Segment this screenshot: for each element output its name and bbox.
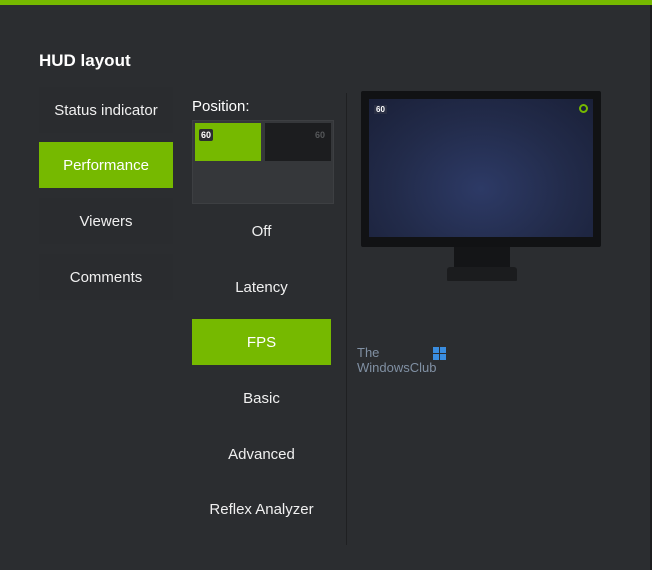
monitor-stand-neck (454, 247, 510, 267)
preview-fps-counter: 60 (374, 105, 387, 114)
category-comments[interactable]: Comments (39, 254, 173, 300)
option-reflex-analyzer[interactable]: Reflex Analyzer (192, 486, 331, 532)
category-label: Viewers (79, 212, 133, 230)
windows-logo-icon (433, 347, 447, 361)
watermark-line2: WindowsClub (357, 360, 437, 375)
watermark: The WindowsClub (357, 345, 453, 379)
category-viewers[interactable]: Viewers (39, 198, 173, 244)
option-label: FPS (246, 333, 277, 351)
position-fps-badge: 60 (199, 129, 214, 141)
category-label: Comments (69, 268, 143, 286)
hud-layout-panel: HUD layout Status indicator Performance … (0, 5, 652, 570)
monitor-stand-base (447, 267, 517, 281)
option-advanced[interactable]: Advanced (192, 431, 331, 477)
category-status-indicator[interactable]: Status indicator (39, 87, 173, 133)
vertical-divider (346, 93, 347, 545)
position-top-left[interactable]: 60 (195, 123, 261, 161)
preview-screen: 60 (369, 99, 593, 237)
option-basic[interactable]: Basic (192, 375, 331, 421)
position-label: Position: (192, 98, 250, 115)
category-performance[interactable]: Performance (39, 142, 173, 188)
position-top-right[interactable]: 60 (265, 123, 331, 161)
watermark-line1: The (357, 345, 380, 360)
option-label: Off (251, 222, 272, 240)
monitor-preview: 60 (361, 91, 601, 247)
option-label: Advanced (228, 445, 295, 463)
option-label: Reflex Analyzer (209, 500, 314, 518)
option-latency[interactable]: Latency (192, 264, 331, 310)
option-label: Basic (243, 389, 280, 407)
position-selector: 60 60 (192, 120, 334, 204)
page-title: HUD layout (39, 51, 131, 70)
category-label: Status indicator (54, 101, 158, 119)
category-label: Performance (63, 156, 149, 174)
option-fps[interactable]: FPS (192, 319, 331, 365)
position-fps-badge: 60 (314, 130, 325, 140)
option-off[interactable]: Off (192, 208, 331, 254)
option-label: Latency (235, 278, 288, 296)
status-indicator-icon (579, 104, 588, 113)
